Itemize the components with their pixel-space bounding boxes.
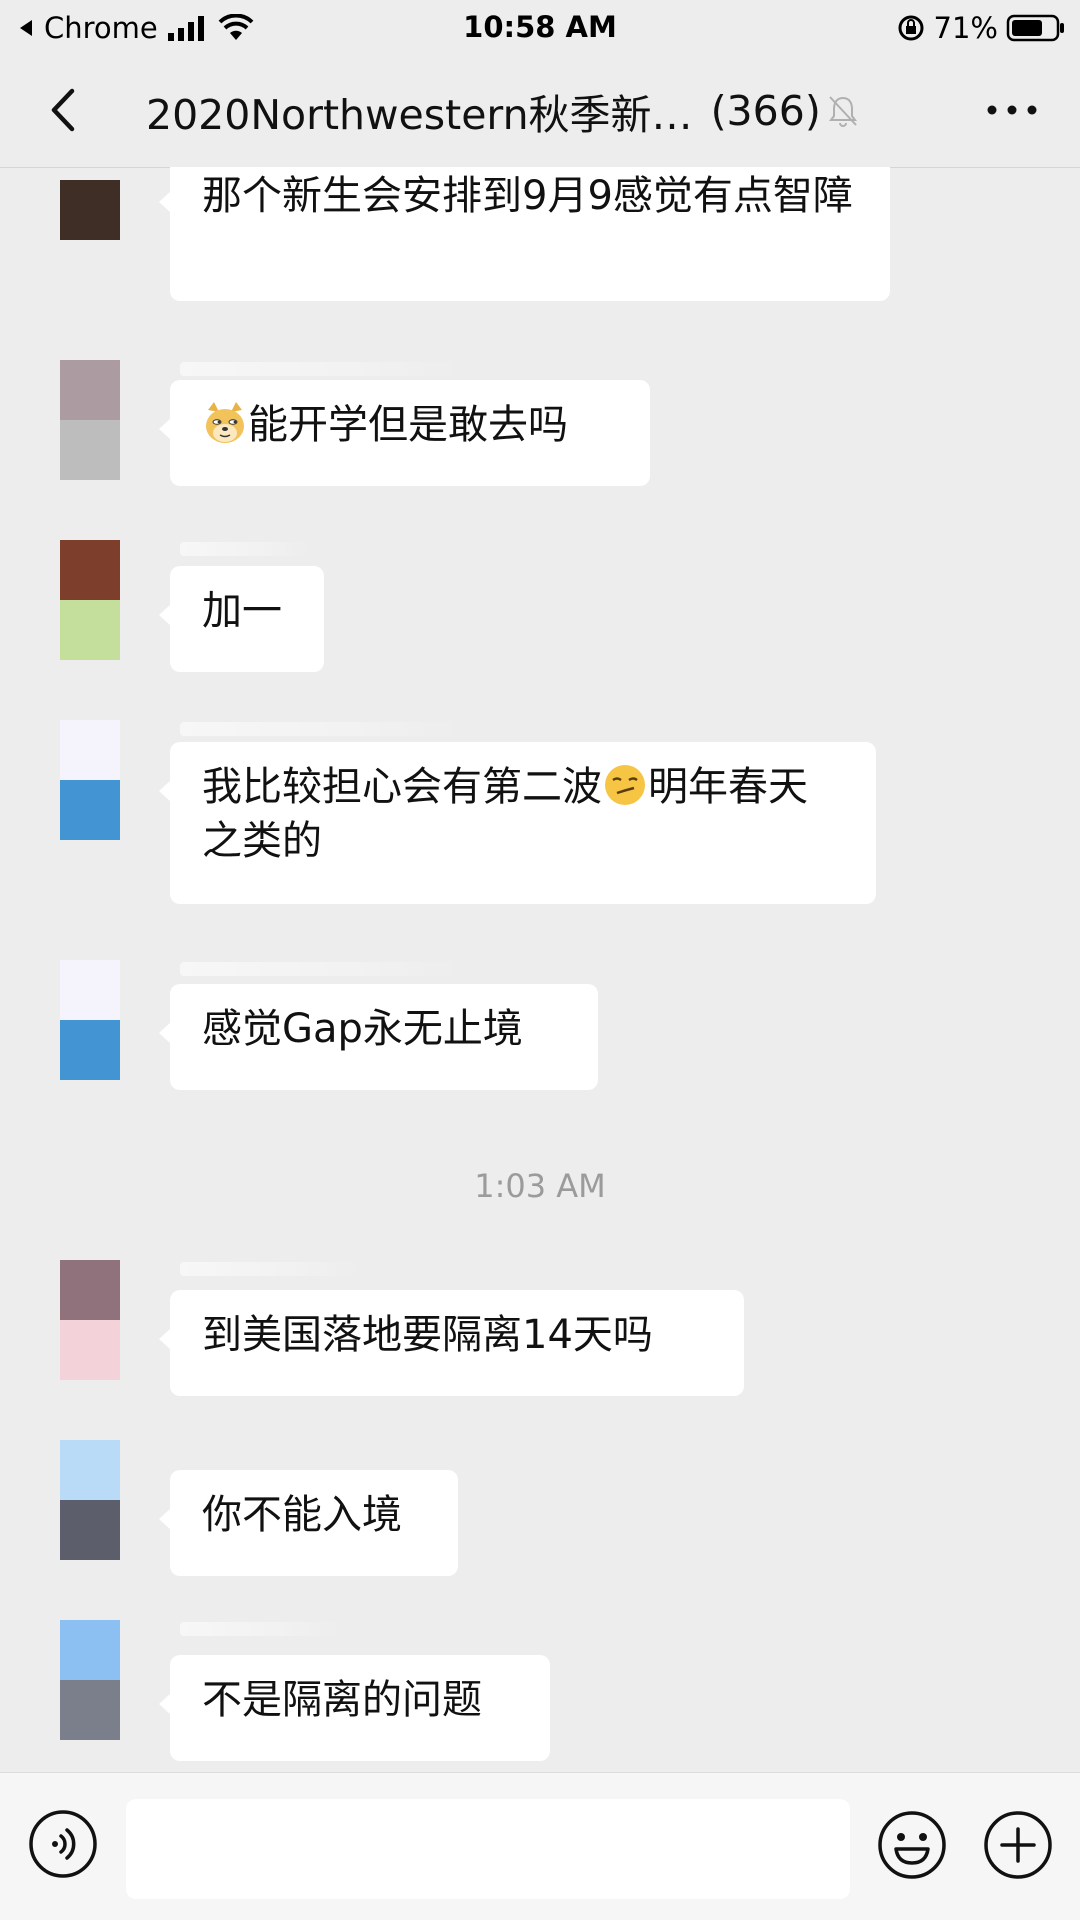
avatar-image <box>60 1020 120 1080</box>
message-text: 我比较担心会有第二波 <box>202 764 602 810</box>
avatar[interactable] <box>60 1260 120 1380</box>
orientation-lock-icon <box>898 15 924 41</box>
message-bubble[interactable]: 那个新生会安排到9月9感觉有点智障 <box>159 167 890 301</box>
message-bubble[interactable]: 加一 <box>159 566 324 672</box>
message-bubble[interactable]: 到美国落地要隔离14天吗 <box>159 1290 744 1396</box>
status-bar: Chrome 10:58 AM 71% <box>0 0 1080 55</box>
avatar-image <box>60 420 120 480</box>
chat-timestamp: 1:03 AM <box>474 1167 606 1205</box>
avatar-image <box>60 1260 120 1320</box>
more-options-icon[interactable] <box>982 93 1042 127</box>
back-chevron-icon[interactable] <box>40 85 90 135</box>
sender-name-redacted <box>180 962 460 976</box>
message-text: 感觉Gap永无止境 <box>202 1006 523 1052</box>
avatar-image <box>60 720 120 780</box>
message-text: 不是隔离的问题 <box>202 1677 482 1723</box>
message-bubble[interactable]: 我比较担心会有第二波 明年春天之类的 <box>159 742 876 904</box>
avatar-image <box>60 600 120 660</box>
message-text: 那个新生会安排到9月9感觉有点智障 <box>202 173 853 219</box>
message-input[interactable] <box>126 1799 850 1899</box>
message-list[interactable]: 那个新生会安排到9月9感觉有点智障 能开学但是敢去吗 加一 我比较担心会有第二波… <box>0 167 1080 1772</box>
message-bubble[interactable]: 能开学但是敢去吗 <box>159 380 650 486</box>
smirk-face-icon <box>605 765 645 805</box>
avatar-image <box>60 1620 120 1680</box>
plus-icon[interactable] <box>982 1809 1054 1881</box>
sender-name-redacted <box>180 542 310 556</box>
status-right: 71% <box>896 10 1066 46</box>
sender-name-redacted <box>180 722 460 736</box>
avatar[interactable] <box>60 540 120 660</box>
message-text: 能开学但是敢去吗 <box>248 402 568 448</box>
avatar-image <box>60 540 120 600</box>
avatar-image <box>60 1320 120 1380</box>
voice-input-icon[interactable] <box>28 1809 98 1879</box>
message-text: 你不能入境 <box>202 1492 402 1538</box>
avatar-image <box>60 780 120 840</box>
message-bubble[interactable]: 感觉Gap永无止境 <box>159 984 598 1090</box>
mute-bell-icon <box>828 96 857 127</box>
avatar[interactable] <box>60 1440 120 1560</box>
sender-name-redacted <box>180 362 460 376</box>
member-count: (366) <box>710 87 821 135</box>
avatar-image <box>60 360 120 420</box>
avatar[interactable] <box>60 1620 120 1740</box>
message-text: 到美国落地要隔离14天吗 <box>202 1312 653 1358</box>
avatar-image <box>60 1440 120 1500</box>
doge-face-icon <box>206 402 244 443</box>
avatar-image <box>60 1680 120 1740</box>
avatar[interactable] <box>60 960 120 1080</box>
chat-title-group[interactable]: 2020Northwestern秋季新… (366) <box>146 81 926 141</box>
emoji-icon[interactable] <box>876 1809 948 1881</box>
sender-name-redacted <box>180 1262 360 1276</box>
battery-percent: 71% <box>933 11 998 45</box>
avatar[interactable] <box>60 180 120 240</box>
message-text: 加一 <box>202 588 282 634</box>
input-bar <box>0 1772 1080 1920</box>
avatar-image <box>60 180 120 240</box>
avatar-image <box>60 960 120 1020</box>
avatar[interactable] <box>60 360 120 480</box>
message-bubble[interactable]: 你不能入境 <box>159 1470 458 1576</box>
avatar[interactable] <box>60 720 120 840</box>
sender-name-redacted <box>180 1622 340 1636</box>
chat-header: 2020Northwestern秋季新… (366) <box>0 55 1080 168</box>
chat-title: 2020Northwestern秋季新… <box>146 91 693 139</box>
avatar-image <box>60 1500 120 1560</box>
battery-icon <box>1006 14 1064 42</box>
message-bubble[interactable]: 不是隔离的问题 <box>159 1655 550 1761</box>
wechat-group-chat-screen: Chrome 10:58 AM 71% 2020Northwestern秋季新…… <box>0 0 1080 1920</box>
